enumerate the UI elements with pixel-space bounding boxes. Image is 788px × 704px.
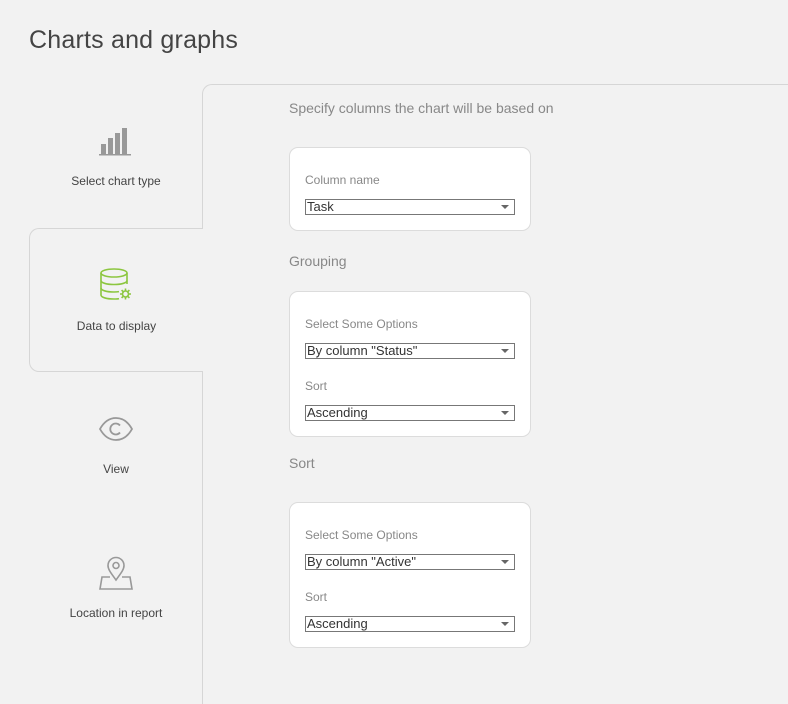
- column-name-label: Column name: [305, 173, 380, 187]
- columns-heading: Specify columns the chart will be based …: [289, 100, 554, 116]
- tab-select-chart-type[interactable]: Select chart type: [29, 84, 203, 228]
- tab-label: Location in report: [69, 606, 163, 620]
- chevron-down-icon: [501, 560, 509, 564]
- sort-order-value: Ascending: [307, 616, 368, 631]
- sort-options-select[interactable]: By column "Active": [305, 554, 515, 570]
- tab-label: Select chart type: [71, 174, 161, 188]
- sort-order-select[interactable]: Ascending: [305, 616, 515, 632]
- page-title: Charts and graphs: [29, 26, 239, 54]
- tab-label: Data to display: [76, 319, 157, 333]
- tab-view[interactable]: View: [29, 372, 203, 516]
- sort-order-label: Sort: [305, 590, 328, 604]
- bar-chart-icon: [29, 126, 203, 161]
- grouping-sort-label: Sort: [305, 379, 328, 393]
- chevron-down-icon: [501, 622, 509, 626]
- location-pin-icon: [29, 556, 203, 597]
- columns-card: Column name Task: [289, 147, 531, 231]
- tab-label: View: [103, 462, 129, 476]
- tab-location-in-report[interactable]: Location in report: [29, 516, 203, 660]
- grouping-options-label: Select Some Options: [305, 317, 418, 331]
- chevron-down-icon: [501, 349, 509, 353]
- grouping-heading: Grouping: [289, 253, 347, 269]
- column-name-select[interactable]: Task: [305, 199, 515, 215]
- grouping-card: Select Some Options By column "Status" S…: [289, 291, 531, 437]
- sort-options-label: Select Some Options: [305, 528, 418, 542]
- column-name-value: Task: [307, 199, 334, 214]
- grouping-options-select[interactable]: By column "Status": [305, 343, 515, 359]
- tab-data-to-display[interactable]: Data to display: [29, 228, 203, 372]
- grouping-sort-select[interactable]: Ascending: [305, 405, 515, 421]
- chevron-down-icon: [501, 411, 509, 415]
- sort-card: Select Some Options By column "Active" S…: [289, 502, 531, 648]
- eye-icon: [29, 416, 203, 447]
- grouping-sort-value: Ascending: [307, 405, 368, 420]
- database-settings-icon: [30, 267, 203, 308]
- sort-options-value: By column "Active": [307, 554, 416, 569]
- sort-heading: Sort: [289, 455, 315, 471]
- chevron-down-icon: [501, 205, 509, 209]
- grouping-options-value: By column "Status": [307, 343, 418, 358]
